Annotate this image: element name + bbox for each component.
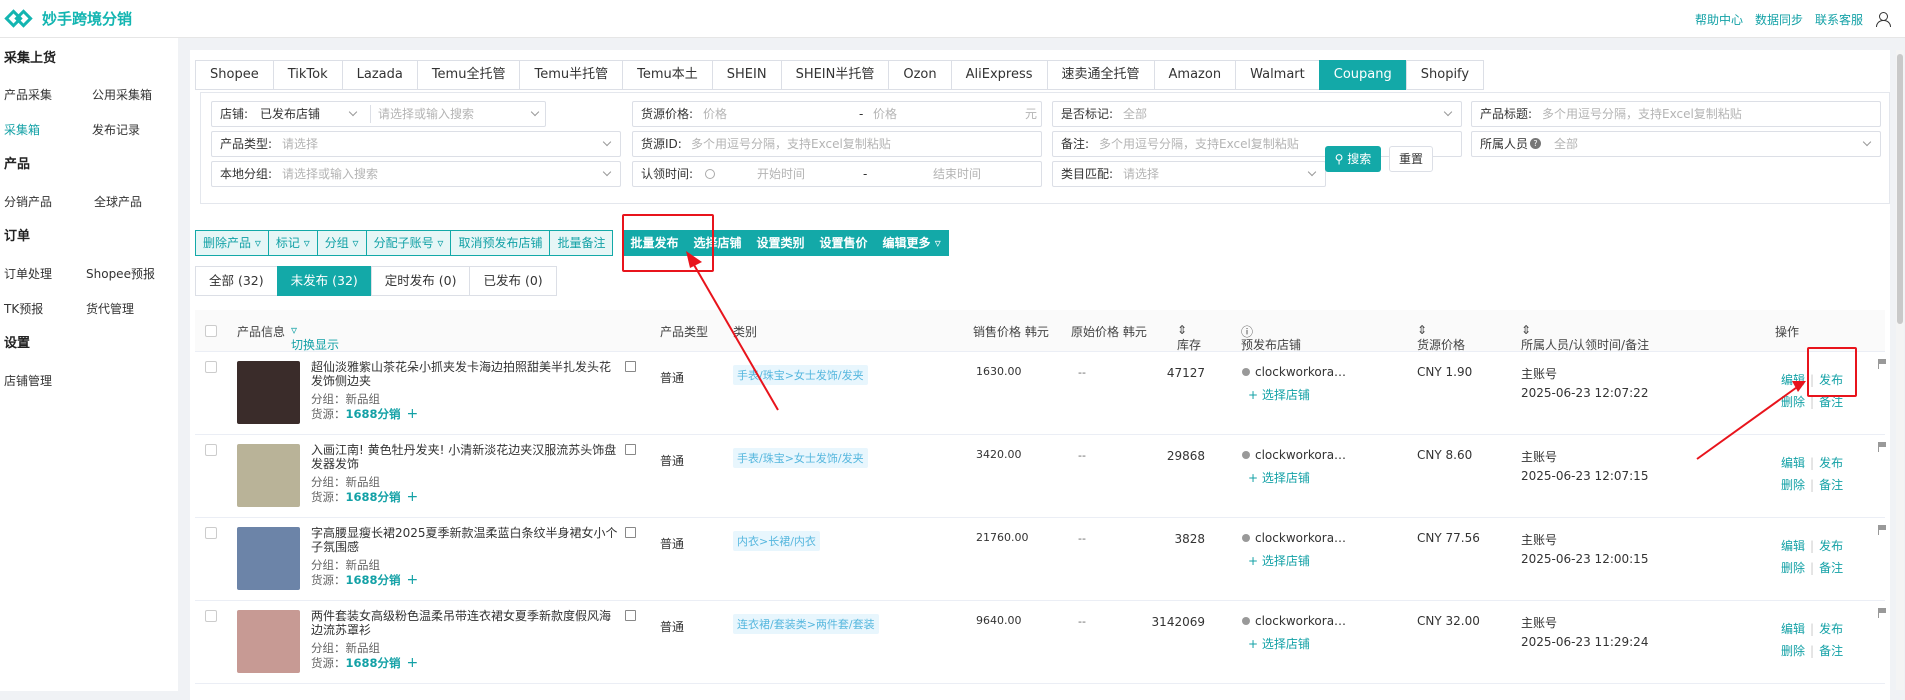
arrow-head-icon	[686, 251, 702, 268]
annotation-arrows	[686, 251, 1806, 460]
vertical-scrollbar[interactable]	[1896, 50, 1904, 690]
